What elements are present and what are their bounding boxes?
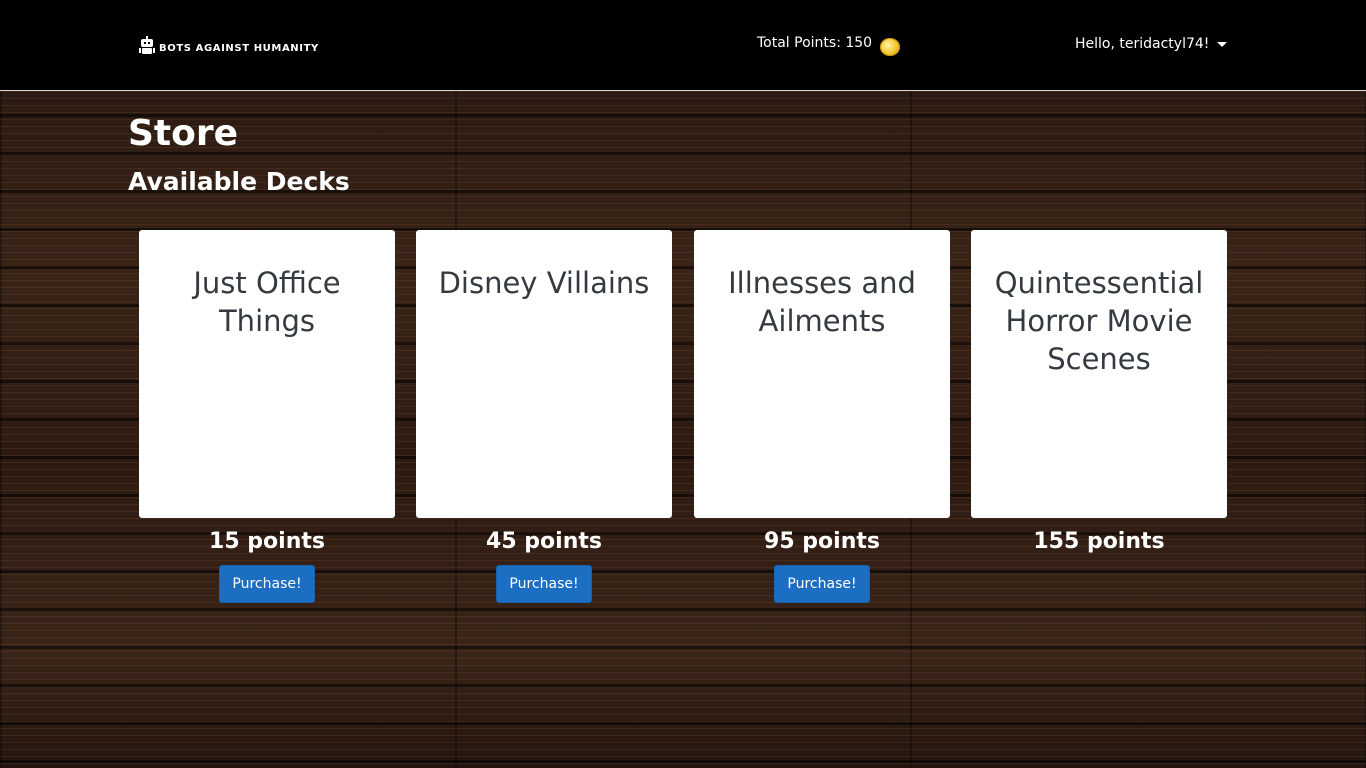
deck-title: Just Office Things	[193, 266, 341, 338]
brand-name: BOTS AGAINST HUMANITY	[159, 42, 319, 54]
deck-item: Quintessential Horror Movie Scenes 155 p…	[971, 230, 1227, 556]
deck-card[interactable]: Illnesses and Ailments	[694, 230, 950, 518]
deck-card[interactable]: Disney Villains	[416, 230, 672, 518]
deck-title: Quintessential Horror Movie Scenes	[994, 266, 1204, 376]
brand-logo[interactable]: BOTS AGAINST HUMANITY	[138, 36, 319, 56]
deck-price: 155 points	[1033, 529, 1165, 554]
deck-item: Just Office Things 15 points Purchase!	[139, 230, 395, 603]
deck-price: 45 points	[486, 529, 602, 554]
purchase-button[interactable]: Purchase!	[774, 565, 870, 603]
deck-card[interactable]: Quintessential Horror Movie Scenes	[971, 230, 1227, 518]
section-title: Available Decks	[128, 167, 350, 196]
caret-down-icon	[1217, 41, 1228, 47]
deck-title: Disney Villains	[438, 266, 650, 300]
purchase-button[interactable]: Purchase!	[496, 565, 592, 603]
user-greeting: Hello, teridactyl74!	[1075, 36, 1210, 52]
deck-price: 15 points	[209, 529, 325, 554]
total-points: Total Points: 150	[757, 30, 901, 56]
coin-icon	[880, 38, 901, 56]
deck-item: Disney Villains 45 points Purchase!	[416, 230, 672, 603]
user-menu-toggle[interactable]: Hello, teridactyl74!	[1075, 36, 1228, 52]
page-title: Store	[128, 113, 239, 154]
deck-item: Illnesses and Ailments 95 points Purchas…	[694, 230, 950, 603]
deck-title: Illnesses and Ailments	[728, 266, 916, 338]
purchase-button[interactable]: Purchase!	[219, 565, 315, 603]
total-points-label: Total Points: 150	[757, 35, 873, 51]
deck-price: 95 points	[764, 529, 880, 554]
deck-card[interactable]: Just Office Things	[139, 230, 395, 518]
navbar: BOTS AGAINST HUMANITY Total Points: 150 …	[0, 0, 1366, 91]
robot-icon	[138, 36, 156, 56]
